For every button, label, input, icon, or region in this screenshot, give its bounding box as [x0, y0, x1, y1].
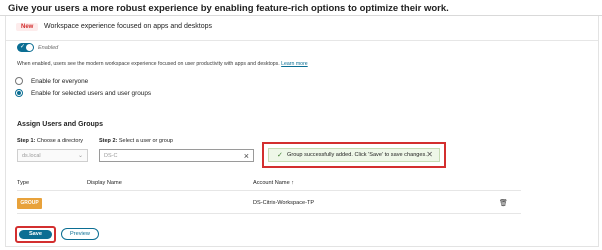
column-header-account-name[interactable]: Account Name ↑ [253, 180, 294, 186]
arrow-up-icon: ↑ [291, 180, 295, 186]
toggle-label: Enabled [38, 45, 59, 51]
check-icon: ✓ [277, 152, 283, 159]
save-button[interactable]: Save [19, 230, 52, 239]
feature-description: When enabled, users see the modern works… [17, 61, 308, 67]
column-header-display-name: Display Name [87, 180, 122, 186]
radio-button-selected[interactable] [15, 89, 23, 97]
radio-label: Enable for selected users and user group… [31, 89, 152, 97]
step1-text: Choose a directory [36, 138, 84, 144]
step1-prefix: Step 1: [17, 138, 36, 144]
card-title: Workspace experience focused on apps and… [44, 23, 212, 30]
toggle-knob [26, 44, 33, 51]
table-header-divider [17, 190, 521, 191]
chevron-down-icon: ⌄ [77, 153, 83, 159]
step2-label: Step 2: Select a user or group [99, 138, 173, 144]
check-icon: ✓ [20, 44, 26, 50]
account-name-label: Account Name [253, 180, 290, 186]
description-text: When enabled, users see the modern works… [17, 61, 280, 67]
column-header-type: Type [17, 180, 30, 186]
close-icon[interactable]: ✕ [426, 149, 433, 161]
radio-label: Enable for everyone [31, 77, 89, 85]
step2-text: Select a user or group [118, 138, 173, 144]
search-value: DS-C [104, 153, 118, 159]
radio-enable-selected[interactable]: Enable for selected users and user group… [15, 88, 151, 98]
radio-button[interactable] [15, 77, 23, 85]
save-highlight: Save [15, 226, 56, 243]
assign-section-title: Assign Users and Groups [17, 121, 103, 128]
page-header: Give your users a more robust experience… [8, 3, 449, 14]
preview-button[interactable]: Preview [61, 228, 99, 240]
account-name-cell: DS-Citrix-Workspace-TP [253, 200, 315, 206]
radio-enable-everyone[interactable]: Enable for everyone [15, 76, 88, 86]
new-badge: New [16, 23, 39, 31]
toast-message: Group successfully added. Click 'Save' t… [287, 152, 427, 158]
directory-select[interactable]: ds.local ⌄ [17, 149, 88, 162]
directory-value: ds.local [22, 153, 41, 159]
enabled-toggle[interactable]: ✓ [17, 43, 34, 52]
success-toast: ✓ Group successfully added. Click 'Save'… [268, 148, 440, 162]
trash-icon[interactable]: 🗑 [499, 199, 508, 207]
group-type-badge: GROUP [17, 198, 42, 209]
clear-icon[interactable]: × [244, 150, 249, 162]
card-header: New Workspace experience focused on apps… [6, 16, 598, 41]
learn-more-link[interactable]: Learn more [281, 61, 308, 67]
table-row-divider [17, 213, 521, 214]
step2-prefix: Step 2: [99, 138, 118, 144]
toast-highlight: ✓ Group successfully added. Click 'Save'… [262, 142, 446, 168]
user-group-search-input[interactable]: DS-C × [99, 149, 254, 162]
step1-label: Step 1: Choose a directory [17, 138, 83, 144]
